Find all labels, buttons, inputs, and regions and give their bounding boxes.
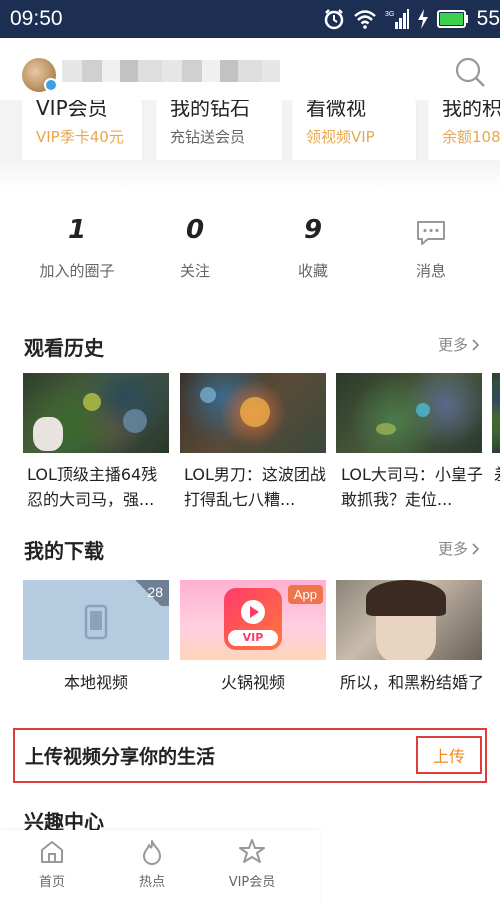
vip-card-title: VIP会员 <box>36 100 108 120</box>
history-item-caption[interactable]: LOL大司马：小皇子敢抓我？走位... <box>341 462 487 512</box>
chevron-right-icon <box>472 542 480 555</box>
vip-card-subtitle: 充钻送会员 <box>170 128 246 146</box>
downloads-title: 我的下载 <box>24 539 104 563</box>
signal-icon: 3G <box>385 9 409 29</box>
hotpot-logo-icon: VIP <box>224 588 282 650</box>
alarm-icon <box>324 9 343 30</box>
history-item-caption[interactable]: 差 <box>494 462 500 487</box>
history-item-caption[interactable]: LOL男刀：这波团战打得乱七八糟... <box>184 462 330 512</box>
upload-banner: 上传视频分享你的生活 上传 <box>13 728 487 783</box>
vip-card-membership[interactable]: VIP会员 VIP季卡40元 <box>22 100 142 162</box>
nav-label: VIP会员 <box>228 875 276 890</box>
history-more-link[interactable]: 更多 <box>438 334 480 355</box>
stat-value: 1 <box>67 215 87 245</box>
download-caption[interactable]: 所以，和黑粉结婚了 <box>340 670 486 695</box>
stat-label: 关注 <box>179 262 210 280</box>
vip-card-title: 看微视 <box>306 100 366 120</box>
stat-label: 消息 <box>415 262 446 280</box>
downloads-more-link[interactable]: 更多 <box>438 538 480 559</box>
upload-prompt: 上传视频分享你的生活 <box>25 746 216 768</box>
history-item-thumb[interactable] <box>492 373 500 453</box>
stat-label: 加入的圈子 <box>39 262 115 280</box>
vip-card-subtitle: VIP季卡40元 <box>36 128 124 146</box>
stat-messages[interactable]: 消息 <box>371 212 491 281</box>
home-icon <box>41 841 63 863</box>
vip-logo-text: VIP <box>228 630 278 646</box>
app-badge: App <box>287 585 323 604</box>
profile-stats: 1 加入的圈子 0 关注 9 收藏 消息 <box>0 212 500 292</box>
nav-vip[interactable]: VIP会员 <box>202 838 302 890</box>
cards-fade <box>0 160 500 190</box>
history-item-caption[interactable]: LOL顶级主播64残忍的大司马，强... <box>27 462 173 512</box>
phone-icon <box>84 604 108 640</box>
avatar-badge-icon <box>44 78 58 92</box>
stat-following[interactable]: 0 关注 <box>135 212 255 281</box>
download-caption[interactable]: 本地视频 <box>23 670 169 695</box>
more-label: 更多 <box>437 540 468 558</box>
download-caption[interactable]: 火锅视频 <box>180 670 326 695</box>
vip-card-title: 我的积 <box>442 100 500 120</box>
crown-star-icon <box>239 839 265 863</box>
video-thumbnail <box>336 373 482 453</box>
search-icon[interactable] <box>454 56 486 88</box>
wifi-icon <box>353 10 376 29</box>
battery-icon <box>436 10 468 28</box>
battery-percent: 55 <box>476 7 500 30</box>
nav-home[interactable]: 首页 <box>2 838 102 890</box>
hair <box>366 580 446 616</box>
status-icons: 3G 55 <box>323 6 500 32</box>
signal-tag: 3G <box>385 11 394 18</box>
status-bar: 09:50 3G 55 <box>0 0 500 38</box>
stat-circles[interactable]: 1 加入的圈子 <box>17 212 137 281</box>
history-title: 观看历史 <box>24 336 104 360</box>
vip-card-title: 我的钻石 <box>170 100 250 120</box>
flame-icon <box>143 840 161 865</box>
stat-value: 9 <box>303 215 323 245</box>
video-thumbnail <box>492 373 500 453</box>
message-icon <box>417 221 445 245</box>
stat-label: 收藏 <box>297 262 328 280</box>
local-video-count-badge: 28 <box>147 584 163 600</box>
vip-card-subtitle: 余额108 <box>442 128 500 146</box>
vip-card-diamond[interactable]: 我的钻石 充钻送会员 <box>156 100 282 162</box>
download-local-videos[interactable]: 28 <box>23 580 169 660</box>
upload-button[interactable]: 上传 <box>416 736 482 774</box>
profile-header <box>0 38 500 100</box>
stat-favorites[interactable]: 9 收藏 <box>253 212 373 281</box>
more-label: 更多 <box>437 336 468 354</box>
blurred-username <box>62 60 280 82</box>
stat-value: 0 <box>185 215 205 245</box>
history-item-thumb[interactable] <box>336 373 482 453</box>
nav-hot[interactable]: 热点 <box>102 838 202 890</box>
video-thumbnail <box>23 373 169 453</box>
chevron-right-icon <box>472 338 480 351</box>
status-time: 09:50 <box>10 7 63 30</box>
history-item-thumb[interactable] <box>180 373 326 453</box>
vip-card-points[interactable]: 我的积 余额108 <box>428 100 500 162</box>
history-item-thumb[interactable] <box>23 373 169 453</box>
video-thumbnail <box>180 373 326 453</box>
vip-card-weishi[interactable]: 看微视 领视频VIP <box>292 100 416 162</box>
vip-card-subtitle: 领视频VIP <box>306 128 375 146</box>
download-hotpot-app[interactable]: App VIP <box>180 580 326 660</box>
nav-label: 首页 <box>38 875 65 890</box>
download-video-thumb[interactable] <box>336 580 482 660</box>
charging-icon <box>417 9 428 29</box>
nav-label: 热点 <box>138 875 165 890</box>
bottom-nav: 首页 热点 VIP会员 <box>0 830 320 905</box>
